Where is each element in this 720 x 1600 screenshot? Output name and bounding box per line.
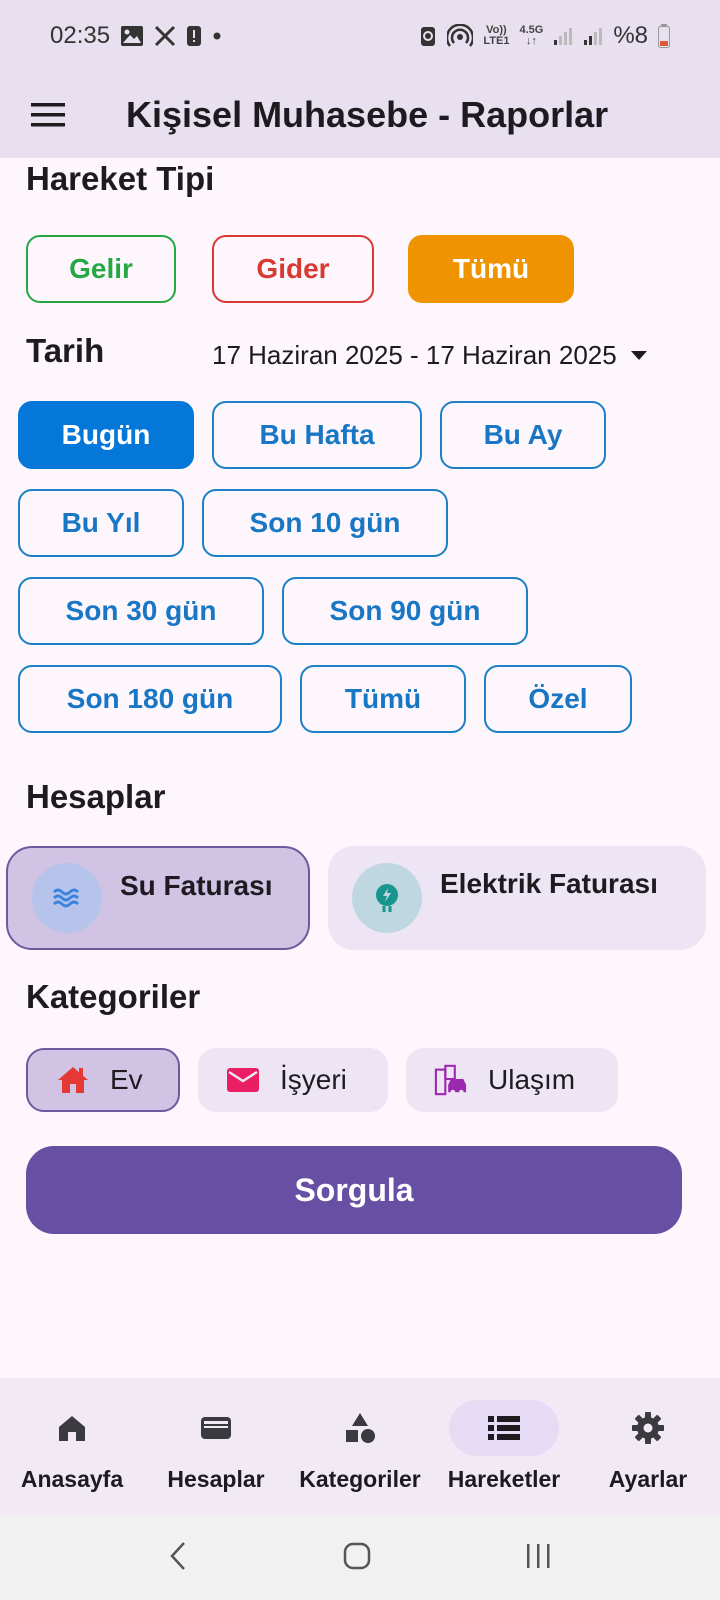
category-chip-transport[interactable]: Ulaşım bbox=[406, 1048, 618, 1112]
date-all-button[interactable]: Tümü bbox=[300, 665, 466, 733]
recent-apps-icon[interactable] bbox=[524, 1542, 554, 1575]
date-today-button[interactable]: Bugün bbox=[18, 401, 194, 469]
menu-button[interactable] bbox=[0, 72, 96, 158]
system-navigation-bar bbox=[0, 1516, 720, 1600]
date-last-180-days-button[interactable]: Son 180 gün bbox=[18, 665, 282, 733]
transaction-type-title: Hareket Tipi bbox=[26, 160, 215, 197]
status-bar: 02:35 Vo)) LTE1 4.5G ↓↑ %8 bbox=[0, 0, 720, 72]
nav-pill bbox=[305, 1400, 415, 1456]
date-last-90-days-button[interactable]: Son 90 gün bbox=[282, 577, 528, 645]
nav-item-categories[interactable]: Kategoriler bbox=[288, 1378, 432, 1516]
home-icon bbox=[59, 1416, 85, 1441]
ev-charger-icon bbox=[352, 863, 422, 933]
query-button[interactable]: Sorgula bbox=[26, 1146, 682, 1234]
mail-icon bbox=[226, 1063, 260, 1097]
gallery-icon bbox=[120, 25, 144, 47]
category-label: İşyeri bbox=[280, 1064, 347, 1095]
signal-icon-1 bbox=[553, 26, 573, 46]
volte-indicator: Vo)) LTE1 bbox=[483, 24, 510, 47]
nav-pill bbox=[449, 1400, 559, 1456]
bottom-navigation: Anasayfa Hesaplar Kategoriler Hareketler bbox=[0, 1378, 720, 1516]
battery-percent: %8 bbox=[613, 22, 648, 49]
wallet-icon bbox=[201, 1417, 231, 1439]
battery-icon bbox=[658, 24, 670, 48]
date-last-10-days-button[interactable]: Son 10 gün bbox=[202, 489, 448, 557]
water-icon bbox=[32, 863, 102, 933]
nav-label: Kategoriler bbox=[299, 1466, 421, 1492]
account-card-water[interactable]: Su Faturası bbox=[6, 846, 310, 950]
nav-label: Hareketler bbox=[447, 1466, 561, 1492]
signal-icon-2 bbox=[583, 26, 603, 46]
network-type: 4.5G ↓↑ bbox=[519, 24, 544, 47]
date-range-dropdown[interactable]: 17 Haziran 2025 - 17 Haziran 2025 bbox=[212, 340, 647, 371]
hotspot-icon bbox=[447, 24, 474, 48]
account-label: Elektrik Faturası bbox=[440, 868, 658, 899]
date-this-week-button[interactable]: Bu Hafta bbox=[212, 401, 422, 469]
type-expense-button[interactable]: Gider bbox=[212, 235, 374, 303]
x-app-icon bbox=[154, 25, 176, 47]
home-button-icon[interactable] bbox=[342, 1541, 372, 1576]
date-last-30-days-button[interactable]: Son 30 gün bbox=[18, 577, 264, 645]
nav-pill bbox=[593, 1400, 703, 1456]
back-icon[interactable] bbox=[166, 1540, 190, 1577]
date-custom-button[interactable]: Özel bbox=[484, 665, 632, 733]
nav-item-accounts[interactable]: Hesaplar bbox=[144, 1378, 288, 1516]
nav-item-settings[interactable]: Ayarlar bbox=[576, 1378, 720, 1516]
type-all-button[interactable]: Tümü bbox=[408, 235, 574, 303]
app-bar: Kişisel Muhasebe - Raporlar bbox=[0, 72, 720, 158]
hamburger-icon bbox=[31, 103, 65, 127]
gear-icon bbox=[632, 1412, 664, 1444]
category-label: Ulaşım bbox=[488, 1064, 576, 1095]
nav-item-home[interactable]: Anasayfa bbox=[0, 1378, 144, 1516]
nav-pill bbox=[161, 1400, 271, 1456]
nav-item-transactions[interactable]: Hareketler bbox=[432, 1378, 576, 1516]
date-range-text: 17 Haziran 2025 - 17 Haziran 2025 bbox=[212, 340, 617, 370]
nav-label: Hesaplar bbox=[167, 1466, 265, 1492]
notification-dot-icon bbox=[212, 31, 222, 41]
categories-title: Kategoriler bbox=[26, 978, 201, 1015]
date-title: Tarih bbox=[26, 332, 105, 369]
alert-icon bbox=[186, 24, 202, 48]
accounts-title: Hesaplar bbox=[26, 778, 166, 815]
status-time: 02:35 bbox=[50, 22, 111, 49]
recycle-icon bbox=[419, 24, 437, 48]
account-card-electricity[interactable]: Elektrik Faturası bbox=[328, 846, 706, 950]
category-chip-workplace[interactable]: İşyeri bbox=[198, 1048, 388, 1112]
account-label: Su Faturası bbox=[120, 870, 273, 901]
list-icon bbox=[488, 1416, 520, 1440]
category-label: Ev bbox=[110, 1064, 143, 1095]
date-this-month-button[interactable]: Bu Ay bbox=[440, 401, 606, 469]
page-title: Kişisel Muhasebe - Raporlar bbox=[126, 94, 609, 135]
nav-label: Anasayfa bbox=[20, 1466, 124, 1492]
category-chip-home[interactable]: Ev bbox=[26, 1048, 180, 1112]
city-car-icon bbox=[434, 1063, 468, 1097]
date-this-year-button[interactable]: Bu Yıl bbox=[18, 489, 184, 557]
nav-pill bbox=[17, 1400, 127, 1456]
dropdown-arrow-icon bbox=[630, 351, 647, 360]
report-filters[interactable]: Hareket Tipi Gelir Gider Tümü Tarih 17 H… bbox=[0, 158, 720, 1378]
shapes-icon bbox=[346, 1413, 375, 1443]
type-income-button[interactable]: Gelir bbox=[26, 235, 176, 303]
nav-label: Ayarlar bbox=[608, 1466, 688, 1492]
home-icon bbox=[56, 1063, 90, 1097]
